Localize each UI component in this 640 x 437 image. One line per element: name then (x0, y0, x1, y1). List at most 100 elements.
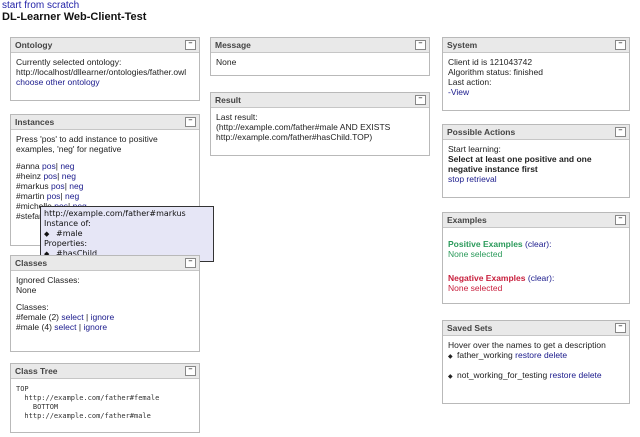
pos-link[interactable]: pos (43, 171, 57, 181)
ignore-class-link[interactable]: ignore (83, 322, 107, 332)
separator: | (57, 171, 60, 181)
instance-name: #anna (16, 161, 40, 171)
ontology-url: http://localhost/dllearner/ontologies/fa… (16, 67, 187, 77)
system-panel: System – Client id is 121043742 Algorith… (442, 37, 630, 111)
ontology-panel: Ontology – Currently selected ontology: … (10, 37, 200, 101)
page-title: DL-Learner Web-Client-Test (2, 11, 147, 23)
delete-link[interactable]: delete (578, 370, 601, 380)
possible-actions-panel: Possible Actions – Start learning: Selec… (442, 124, 630, 198)
instances-hint-line2: examples, 'neg' for negative (16, 144, 122, 154)
minimize-icon[interactable]: – (615, 215, 626, 225)
neg-link[interactable]: neg (65, 191, 79, 201)
pos-link[interactable]: pos (42, 161, 56, 171)
classes-panel: Classes – Ignored Classes: None Classes:… (10, 255, 200, 352)
ontology-panel-header: Ontology – (11, 38, 199, 53)
minimize-icon[interactable]: – (415, 95, 426, 105)
neg-link[interactable]: neg (60, 161, 74, 171)
positive-examples-row: Positive Examples (clear): (448, 239, 624, 249)
negative-examples-title: Negative Examples (448, 273, 526, 283)
start-from-scratch-link[interactable]: start from scratch (2, 0, 79, 11)
pos-link[interactable]: pos (51, 181, 65, 191)
saved-set-row: ◆ not_working_for_testing restore delete (448, 370, 624, 382)
ignored-classes-label: Ignored Classes: (16, 275, 80, 285)
result-panel-title: Result (215, 95, 241, 105)
restore-link[interactable]: restore (550, 370, 576, 380)
clear-positive-link[interactable]: (clear): (525, 239, 551, 249)
clear-negative-link[interactable]: (clear): (528, 273, 554, 283)
select-class-link[interactable]: select (61, 312, 83, 322)
class-tree-panel-title: Class Tree (15, 366, 58, 376)
select-class-link[interactable]: select (54, 322, 76, 332)
message-panel-title: Message (215, 40, 251, 50)
instance-row: #martin pos| neg (16, 191, 194, 201)
tooltip-instance-of-label: Instance of: (44, 219, 91, 228)
instances-panel-header: Instances – (11, 115, 199, 130)
choose-ontology-link[interactable]: choose other ontology (16, 77, 194, 87)
class-tree-panel: Class Tree – TOP http://example.com/fath… (10, 363, 200, 433)
delete-link[interactable]: delete (544, 350, 567, 360)
minimize-icon[interactable]: – (185, 258, 196, 268)
positive-examples-value: None selected (448, 249, 503, 259)
classes-panel-title: Classes (15, 258, 48, 268)
stop-retrieval-link[interactable]: stop retrieval (448, 174, 624, 184)
pos-link[interactable]: pos (47, 191, 61, 201)
instance-name: #markus (16, 181, 49, 191)
saved-set-row: ◆ father_working restore delete (448, 350, 624, 362)
instances-hint-line1: Press 'pos' to add instance to positive (16, 134, 158, 144)
class-count: (2) (48, 312, 60, 322)
result-panel-header: Result – (211, 93, 429, 108)
tooltip-url: http://example.com/father#markus (44, 209, 186, 218)
start-learning-label: Start learning: (448, 144, 501, 154)
diamond-bullet-icon: ◆ (44, 230, 50, 238)
class-tree-panel-header: Class Tree – (11, 364, 199, 379)
instance-name: #heinz (16, 171, 42, 181)
class-row: #female (2) select | ignore (16, 312, 194, 322)
class-tree-node: http://example.com/father#male (16, 412, 151, 420)
tooltip-class-item: ◆ #male (44, 229, 83, 238)
diamond-bullet-icon: ◆ (448, 354, 453, 360)
class-list: #female (2) select | ignore #male (4) sel… (16, 312, 194, 332)
ignored-classes-value: None (16, 285, 37, 295)
system-panel-title: System (447, 40, 478, 50)
separator: | (64, 181, 67, 191)
client-id-text: Client id is 121043742 (448, 57, 533, 67)
instance-name: #martin (16, 191, 45, 201)
restore-link[interactable]: restore (515, 350, 541, 360)
ontology-panel-title: Ontology (15, 40, 53, 50)
minimize-icon[interactable]: – (615, 323, 626, 333)
minimize-icon[interactable]: – (615, 40, 626, 50)
saved-set-name[interactable]: not_working_for_testing (457, 370, 547, 380)
saved-sets-panel: Saved Sets – Hover over the names to get… (442, 320, 630, 404)
instance-row: #anna pos| neg (16, 161, 194, 171)
minimize-icon[interactable]: – (185, 40, 196, 50)
examples-panel-header: Examples – (443, 213, 629, 228)
instance-row: #markus pos| neg (16, 181, 194, 191)
select-instructions-line2: negative instance first (448, 164, 538, 174)
neg-link[interactable]: neg (69, 181, 83, 191)
algorithm-status-text: Algorithm status: finished (448, 67, 543, 77)
possible-actions-panel-header: Possible Actions – (443, 125, 629, 140)
classes-panel-header: Classes – (11, 256, 199, 271)
negative-examples-value: None selected (448, 283, 503, 293)
view-link[interactable]: -View (448, 87, 624, 97)
ignore-class-link[interactable]: ignore (91, 312, 115, 322)
last-result-line2: http://example.com/father#hasChild.TOP) (216, 132, 373, 142)
minimize-icon[interactable]: – (185, 117, 196, 127)
minimize-icon[interactable]: – (185, 366, 196, 376)
class-tree: TOP http://example.com/father#female BOT… (16, 385, 194, 421)
separator: | (60, 191, 63, 201)
ontology-label: Currently selected ontology: (16, 57, 122, 67)
minimize-icon[interactable]: – (415, 40, 426, 50)
class-tree-node: http://example.com/father#female (16, 394, 160, 402)
result-panel: Result – Last result: (http://example.co… (210, 92, 430, 156)
separator: | (78, 322, 82, 332)
saved-set-name[interactable]: father_working (457, 350, 513, 360)
tooltip-properties-label: Properties: (44, 239, 88, 248)
class-tree-node: TOP (16, 385, 29, 393)
minimize-icon[interactable]: – (615, 127, 626, 137)
diamond-bullet-icon: ◆ (448, 374, 453, 380)
saved-sets-list: ◆ father_working restore delete ◆ not_worki… (448, 350, 624, 382)
positive-examples-title: Positive Examples (448, 239, 523, 249)
instances-panel-title: Instances (15, 117, 55, 127)
neg-link[interactable]: neg (62, 171, 76, 181)
